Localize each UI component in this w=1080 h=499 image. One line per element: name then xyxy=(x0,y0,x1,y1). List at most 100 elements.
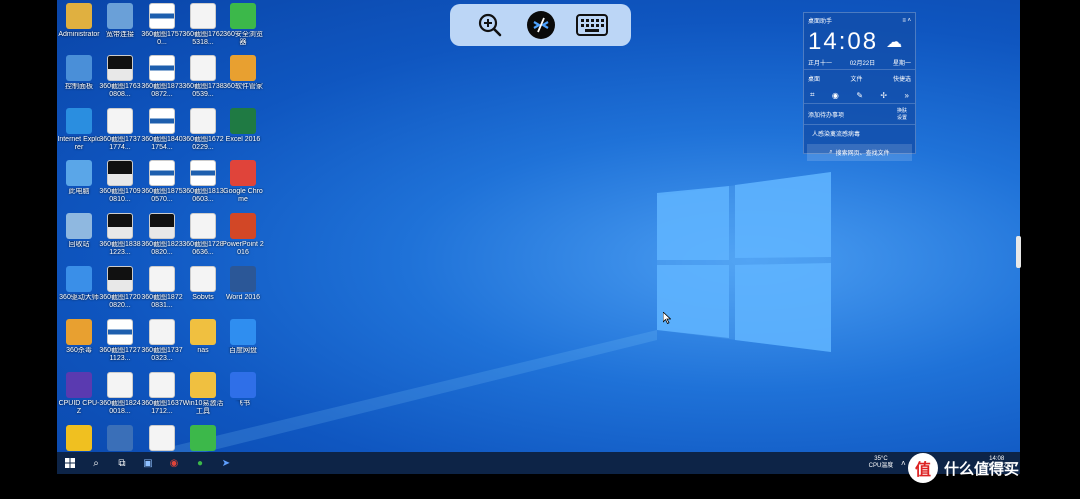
remote-connect-button[interactable] xyxy=(525,9,557,41)
desktop-icon[interactable]: 360截图16371712... xyxy=(140,372,184,416)
desktop-icon[interactable]: 360截图18230820... xyxy=(140,213,184,257)
side-drag-handle[interactable] xyxy=(1016,236,1021,268)
desktop-icon[interactable]: 360截图17371774... xyxy=(98,108,142,152)
desktop-icon[interactable]: CPUID CPU-Z xyxy=(57,372,101,416)
desktop-icon-label: 百度网盘 xyxy=(229,347,257,354)
desktop-icon-image xyxy=(66,160,92,186)
desktop-icon-image xyxy=(190,213,216,239)
desktop-icon[interactable]: 此电脑 xyxy=(57,160,101,204)
desktop-icon-label: 此电脑 xyxy=(68,188,90,195)
desktop-icon-image xyxy=(107,372,133,398)
keyboard-button[interactable] xyxy=(575,9,608,41)
desktop-icon[interactable]: 360截图18381223... xyxy=(98,213,142,257)
desktop-icon[interactable]: 飞书 xyxy=(221,372,265,416)
desktop-icon[interactable]: Administrator xyxy=(57,3,101,47)
desktop-icon-label: 360截图17380539... xyxy=(182,83,224,98)
desktop-icon[interactable]: 360截图18750570... xyxy=(140,160,184,204)
desktop-icon[interactable]: 360截图17271123... xyxy=(98,319,142,363)
store-icon[interactable]: ▣ xyxy=(135,452,161,474)
tab-files[interactable]: 文件 xyxy=(850,74,862,83)
desktop-icon-image xyxy=(230,55,256,81)
desktop-icon[interactable]: 360截图17370323... xyxy=(140,319,184,363)
desktop-icon-image xyxy=(66,213,92,239)
desktop-icon-image xyxy=(107,160,133,186)
eye-icon[interactable]: ◉ xyxy=(832,91,839,100)
desktop-icon-image xyxy=(149,55,175,81)
desktop-icon-label: nas xyxy=(197,347,209,354)
taskbar-search-icon[interactable]: ⌕ xyxy=(83,452,109,474)
desktop-icon[interactable]: 360杀毒 xyxy=(57,319,101,363)
desktop-icon[interactable]: Internet Explorer xyxy=(57,108,101,152)
crop-icon[interactable]: ⌗ xyxy=(810,90,815,100)
desktop-icon[interactable]: 360截图16720229... xyxy=(181,108,225,152)
more-icon[interactable]: » xyxy=(905,91,909,100)
watermark: 值 什么值得买 xyxy=(908,453,1019,483)
desktop-icon[interactable]: 360截图17200820... xyxy=(98,266,142,310)
desktop-icon[interactable]: 宽带连接 xyxy=(98,3,142,47)
desktop-icon-image xyxy=(107,425,133,451)
desktop-icon[interactable]: 百度网盘 xyxy=(221,319,265,363)
desktop-icon[interactable]: Excel 2016 xyxy=(221,108,265,152)
desktop-icon[interactable]: 360截图17570... xyxy=(140,3,184,47)
desktop-icon-image xyxy=(66,319,92,345)
desktop-icon[interactable]: 360截图18130603... xyxy=(181,160,225,204)
desktop-assistant-widget: 桌面助手 ≡ ˄ 14:08 ☁ 正月十一 02月22日 星期一 桌面 文件 快… xyxy=(803,12,916,161)
desktop-icon[interactable]: 360截图18720831... xyxy=(140,266,184,310)
desktop-icon[interactable]: Sobvts xyxy=(181,266,225,310)
360-browser-icon[interactable]: ● xyxy=(187,452,213,474)
desktop-icon-label: 360截图16371712... xyxy=(141,400,183,415)
widget-menu-icon[interactable]: ≡ ˄ xyxy=(902,18,911,24)
desktop-icon-image xyxy=(230,108,256,134)
desktop-icon-image xyxy=(190,425,216,451)
desktop-icon[interactable]: 360截图17625318... xyxy=(181,3,225,47)
desktop-icon[interactable]: Google Chrome xyxy=(221,160,265,204)
news-headline[interactable]: 人感染禽流感病毒 xyxy=(812,129,860,138)
desktop-icon[interactable]: Word 2016 xyxy=(221,266,265,310)
desktop-icon[interactable]: 360截图17380539... xyxy=(181,55,225,99)
desktop-icon-image xyxy=(230,3,256,29)
chrome-icon[interactable]: ◉ xyxy=(161,452,187,474)
desktop-icon[interactable]: 360截图17090810... xyxy=(98,160,142,204)
desktop-icon[interactable]: 360安全浏览器 xyxy=(221,3,265,47)
tab-desktop[interactable]: 桌面 xyxy=(808,74,820,83)
desktop-icon-image xyxy=(190,319,216,345)
desktop-icon-label: 飞书 xyxy=(236,400,250,407)
desktop-icon-image xyxy=(149,319,175,345)
desktop-icon[interactable]: 360截图18730872... xyxy=(140,55,184,99)
desktop-icon-image xyxy=(66,3,92,29)
start-button[interactable] xyxy=(57,452,83,474)
zoom-in-button[interactable] xyxy=(474,9,506,41)
plugin-icon[interactable]: ✢ xyxy=(880,91,887,100)
desktop-icon-label: Sobvts xyxy=(192,294,214,301)
desktop-icon[interactable]: 360截图18240018... xyxy=(98,372,142,416)
desktop-icon[interactable]: 360截图18401754... xyxy=(140,108,184,152)
note-icon[interactable]: ✎ xyxy=(856,91,863,100)
widget-search-box[interactable]: 搜索网页、查找文件 xyxy=(836,148,890,157)
add-todo-button[interactable]: 添加待办事项 xyxy=(808,110,844,119)
task-view-icon[interactable]: ⧉ xyxy=(109,452,135,474)
desktop-icon[interactable]: 回收站 xyxy=(57,213,101,257)
desktop-icon-label: 360软件管家 xyxy=(223,83,263,90)
cpu-temperature: 35°C CPU温度 xyxy=(868,456,894,469)
zoom-in-icon xyxy=(478,13,501,37)
widget-time: 14:08 xyxy=(808,28,879,55)
desktop-icon[interactable]: 控制面板 xyxy=(57,55,101,99)
desktop-icon-image xyxy=(66,372,92,398)
watermark-logo: 值 xyxy=(908,453,938,483)
desktop-icon-label: 360截图18230820... xyxy=(141,241,183,256)
desktop-icon[interactable]: 360软件管家 xyxy=(221,55,265,99)
desktop-icon[interactable]: Win10易激活工具 xyxy=(181,372,225,416)
skin-settings-button[interactable]: 换肤 设置 xyxy=(897,107,911,121)
desktop-icon-label: 360截图17271123... xyxy=(99,347,141,362)
desktop-icon[interactable]: 360截图17280636... xyxy=(181,213,225,257)
feishu-icon[interactable]: ➤ xyxy=(213,452,239,474)
desktop-icon[interactable]: nas xyxy=(181,319,225,363)
desktop-icon[interactable]: 360截图17630808... xyxy=(98,55,142,99)
desktop-icon[interactable]: 360驱动大师 xyxy=(57,266,101,310)
desktop-icon[interactable]: PowerPoint 2016 xyxy=(221,213,265,257)
tab-shortcuts[interactable]: 快捷选 xyxy=(893,74,911,83)
watermark-text: 什么值得买 xyxy=(944,460,1020,478)
desktop-icon-image xyxy=(190,55,216,81)
desktop-icon-label: 360截图16720229... xyxy=(182,136,224,151)
desktop-icon-image xyxy=(107,319,133,345)
